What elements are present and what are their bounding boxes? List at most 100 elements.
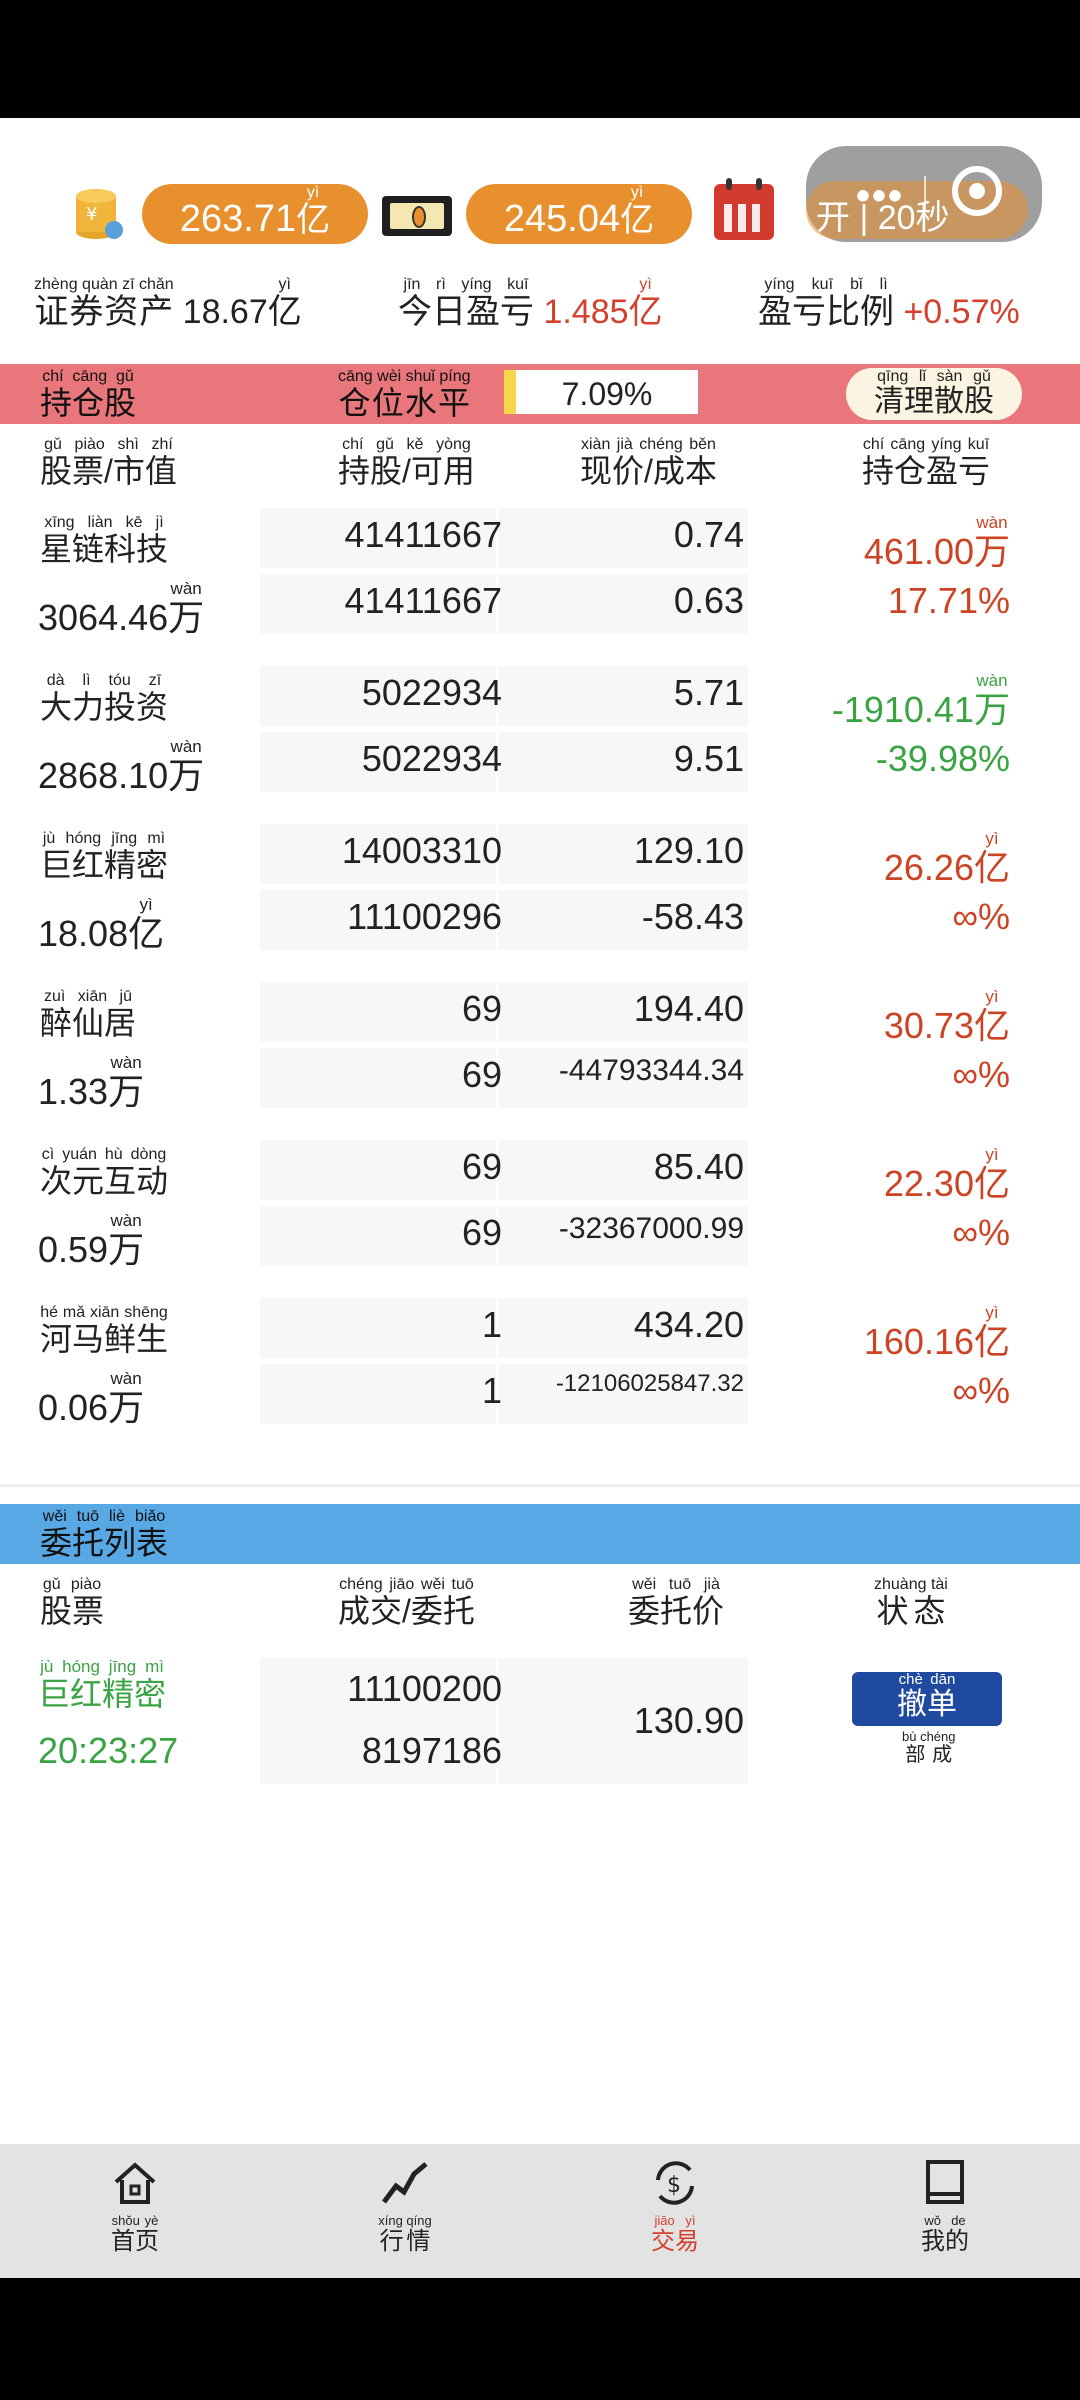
orders-column-header: 股票gǔ piào 成交/委托chéng jiāo wěi tuō 委托价wěi… xyxy=(0,1576,1080,1636)
securities-asset: 证券资产zhèng quàn zī chǎn 18.67亿yì xyxy=(34,276,302,332)
cash-balance-pill: 245.04亿yì xyxy=(466,184,692,244)
holding-row[interactable]: 河马鲜生hé mǎ xiān shēng 1 434.20 160.16亿yì 0.06… xyxy=(0,1298,1080,1456)
holding-row[interactable]: 大力投资dà lì tóu zī 5022934 5.71 -1910.41万wàn 2… xyxy=(0,666,1080,824)
pnl-percent: ∞% xyxy=(952,896,1010,937)
order-status: 部成bù chéng xyxy=(902,1729,956,1766)
position-pnl: 160.16亿yì xyxy=(863,1303,1010,1362)
ocol-price: 委托价wěi tuō jià xyxy=(628,1576,725,1630)
stock-name: 次元互动cì yuán hù dòng xyxy=(40,1146,169,1200)
stock-name: 醉仙居zuì xiān jū xyxy=(40,988,137,1042)
cost-price: -32367000.99 xyxy=(558,1212,744,1245)
order-stock-name: 巨红精密jù hóng jīng mì xyxy=(38,1657,167,1712)
market-value: 1.33万wàn xyxy=(38,1053,145,1112)
today-pnl: 今日盈亏jīn rì yíng kuī 1.485亿yì xyxy=(398,276,663,332)
held-qty: 69 xyxy=(461,988,502,1029)
pnl-percent: ∞% xyxy=(952,1212,1010,1253)
holding-line-1: 河马鲜生hé mǎ xiān shēng 1 434.20 160.16亿yì xyxy=(0,1298,1080,1362)
order-row[interactable]: 巨红精密jù hóng jīng mì 20:23:27 11100200 81… xyxy=(0,1658,1080,1798)
market-value: 0.06万wàn xyxy=(38,1369,145,1428)
orders-header: 委托列表wěi tuō liè biǎo xyxy=(0,1504,1080,1564)
holding-line-2: 1.33万wàn 69 -44793344.34 ∞% xyxy=(0,1048,1080,1112)
holding-line-2: 3064.46万wàn 41411667 0.63 17.71% xyxy=(0,574,1080,638)
tab-market[interactable]: 行情xíng qíng xyxy=(270,2144,540,2278)
tab-mine[interactable]: 我的wǒ de xyxy=(810,2144,1080,2278)
ocol-filled: 成交/委托chéng jiāo wěi tuō xyxy=(338,1576,475,1630)
stock-name: 河马鲜生hé mǎ xiān shēng xyxy=(40,1304,169,1358)
pnl-percent: 17.71% xyxy=(887,580,1010,621)
available-qty: 1 xyxy=(481,1370,502,1411)
col-pnl: 持仓盈亏chí cāng yíng kuī xyxy=(862,436,991,490)
bottom-nav: 首页shǒu yè 行情xíng qíng $ 交易jiāo yì 我的wǒ d… xyxy=(0,2144,1080,2278)
holdings-header: 持仓股chí cāng gǔ 仓位水平cāng wèi shuǐ píng 7.… xyxy=(0,364,1080,424)
book-icon xyxy=(926,2160,964,2204)
holding-row[interactable]: 醉仙居zuì xiān jū 69 194.40 30.73亿yì 1.33万wàn 69… xyxy=(0,982,1080,1140)
market-value: 3064.46万wàn xyxy=(38,579,205,638)
svg-text:¥: ¥ xyxy=(86,204,97,225)
holding-line-1: 巨红精密jù hóng jīng mì 14003310 129.10 26.26亿y… xyxy=(0,824,1080,888)
cost-price: 9.51 xyxy=(673,738,744,779)
banknote-icon xyxy=(382,196,452,236)
current-price: 129.10 xyxy=(633,830,744,871)
section-divider xyxy=(0,1484,1080,1487)
ocol-status: 状态zhuàng tài xyxy=(874,1576,948,1630)
clear-odd-lots-button[interactable]: 清理散股qīng lǐ sàn gǔ xyxy=(846,368,1022,420)
current-price: 194.40 xyxy=(633,988,744,1029)
cancel-order-button[interactable]: 撤单chè dān xyxy=(852,1672,1002,1726)
position-pnl: 461.00万wàn xyxy=(863,513,1010,572)
holding-row[interactable]: 星链科技xīng liàn kē jì 41411667 0.74 461.00万wà… xyxy=(0,508,1080,666)
tab-home[interactable]: 首页shǒu yè xyxy=(0,2144,270,2278)
cost-price: 0.63 xyxy=(673,580,744,621)
position-pnl: -1910.41万wàn xyxy=(831,671,1010,730)
market-value: 18.08亿yì xyxy=(38,895,165,954)
stock-name: 巨红精密jù hóng jīng mì xyxy=(40,830,169,884)
holding-line-2: 0.59万wàn 69 -32367000.99 ∞% xyxy=(0,1206,1080,1270)
balance-bar: ¥ 263.71亿yì 245.04亿yì 开 | 20秒 ••• xyxy=(0,146,1080,248)
held-qty: 1 xyxy=(481,1304,502,1345)
pnl-percent: ∞% xyxy=(952,1054,1010,1095)
available-qty: 69 xyxy=(461,1212,502,1253)
held-qty: 14003310 xyxy=(341,830,502,871)
col-price: 现价/成本xiàn jià chéng běn xyxy=(580,436,717,490)
tab-trade[interactable]: $ 交易jiāo yì xyxy=(540,2144,810,2278)
cost-price: -12106025847.32 xyxy=(555,1370,744,1397)
order-filled-qty: 11100200 xyxy=(347,1668,502,1709)
orders-title: 委托列表wěi tuō liè biǎo xyxy=(40,1508,169,1562)
current-price: 5.71 xyxy=(673,672,744,713)
calendar-icon[interactable] xyxy=(714,178,774,240)
pnl-ratio: 盈亏比例yíng kuī bǐ lì +0.57% xyxy=(758,276,1020,332)
col-quantity: 持股/可用chí gǔ kě yòng xyxy=(338,436,475,490)
held-qty: 5022934 xyxy=(361,672,502,713)
market-value: 0.59万wàn xyxy=(38,1211,145,1270)
held-qty: 41411667 xyxy=(344,514,503,555)
total-balance-pill: 263.71亿yì xyxy=(142,184,368,244)
available-qty: 41411667 xyxy=(344,580,503,621)
holding-row[interactable]: 巨红精密jù hóng jīng mì 14003310 129.10 26.26亿y… xyxy=(0,824,1080,982)
holding-row[interactable]: 次元互动cì yuán hù dòng 69 85.40 22.30亿yì 0.59万w… xyxy=(0,1140,1080,1298)
svg-text:$: $ xyxy=(667,2173,681,2198)
mini-program-capsule[interactable]: 开 | 20秒 ••• xyxy=(806,146,1042,242)
available-qty: 69 xyxy=(461,1054,502,1095)
ocol-stock: 股票gǔ piào xyxy=(40,1576,105,1630)
coin-stack-icon: ¥ xyxy=(76,189,123,239)
current-price: 434.20 xyxy=(633,1304,744,1345)
stock-name: 星链科技xīng liàn kē jì xyxy=(40,514,169,568)
holding-line-2: 18.08亿yì 11100296 -58.43 ∞% xyxy=(0,890,1080,954)
held-qty: 69 xyxy=(461,1146,502,1187)
holding-line-1: 星链科技xīng liàn kē jì 41411667 0.74 461.00万wà… xyxy=(0,508,1080,572)
current-price: 85.40 xyxy=(653,1146,744,1187)
holdings-list: 星链科技xīng liàn kē jì 41411667 0.74 461.00万wà… xyxy=(0,508,1080,1456)
app-screen: ¥ 263.71亿yì 245.04亿yì 开 | 20秒 ••• 证券资产zh… xyxy=(0,118,1080,2278)
holdings-title: 持仓股chí cāng gǔ xyxy=(40,368,137,422)
holding-line-1: 次元互动cì yuán hù dòng 69 85.40 22.30亿yì xyxy=(0,1140,1080,1204)
position-pnl: 30.73亿yì xyxy=(883,987,1010,1046)
current-price: 0.74 xyxy=(673,514,744,555)
close-capsule-icon[interactable] xyxy=(952,166,1002,216)
holding-line-2: 0.06万wàn 1 -12106025847.32 ∞% xyxy=(0,1364,1080,1428)
cost-price: -58.43 xyxy=(641,896,744,937)
order-time: 20:23:27 xyxy=(38,1730,179,1771)
holding-line-1: 大力投资dà lì tóu zī 5022934 5.71 -1910.41万wàn xyxy=(0,666,1080,730)
market-value: 2868.10万wàn xyxy=(38,737,205,796)
available-qty: 5022934 xyxy=(361,738,502,779)
more-icon[interactable]: ••• xyxy=(856,174,904,219)
home-icon xyxy=(114,2162,156,2204)
